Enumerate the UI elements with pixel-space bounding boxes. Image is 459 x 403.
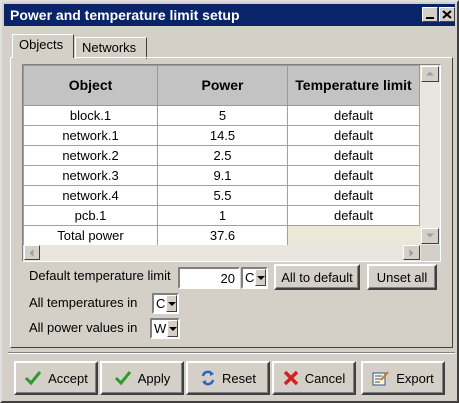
chevron-up-icon — [426, 71, 434, 76]
cell-object[interactable]: network.3 — [23, 165, 158, 186]
cell-object[interactable]: pcb.1 — [23, 205, 158, 226]
cell-object[interactable]: block.1 — [23, 105, 158, 126]
reset-button[interactable]: Reset — [186, 361, 270, 395]
cell-power[interactable]: 1 — [157, 205, 288, 226]
close-button[interactable] — [439, 7, 455, 22]
table-row: network.2 2.5 default — [23, 145, 420, 166]
cell-power[interactable]: 2.5 — [157, 145, 288, 166]
cell-temperature-limit[interactable]: default — [287, 165, 420, 186]
export-label: Export — [396, 370, 434, 386]
all-power-label: All power values in — [29, 320, 138, 335]
refresh-icon — [201, 370, 215, 386]
window-title: Power and temperature limit setup — [10, 7, 240, 23]
separator — [8, 352, 455, 354]
cell-object[interactable]: network.2 — [23, 145, 158, 166]
default-temp-label: Default temperature limit — [29, 268, 171, 283]
scroll-right-button[interactable] — [403, 245, 420, 260]
scroll-down-button[interactable] — [421, 228, 439, 244]
reset-label: Reset — [222, 370, 256, 386]
cell-temperature-limit[interactable]: default — [287, 125, 420, 146]
table-row: pcb.1 1 default — [23, 205, 420, 226]
cell-object: Total power — [23, 225, 158, 245]
all-temperatures-unit-select[interactable]: C — [152, 293, 179, 314]
tab-label: Objects — [19, 37, 64, 52]
accept-button[interactable]: Accept — [14, 361, 98, 395]
table-row: network.4 5.5 default — [23, 185, 420, 206]
all-to-default-button[interactable]: All to default — [274, 264, 360, 290]
export-button[interactable]: Export — [361, 361, 445, 395]
cancel-label: Cancel — [304, 370, 346, 386]
table-body: Object Power Temperature limit block.1 5… — [23, 65, 421, 245]
vertical-scrollbar[interactable] — [421, 65, 440, 245]
cell-power[interactable]: 5 — [157, 105, 288, 126]
cancel-x-icon — [283, 370, 299, 386]
cell-power[interactable]: 14.5 — [157, 125, 288, 146]
chevron-down-icon — [426, 233, 434, 238]
column-header-temperature-limit[interactable]: Temperature limit — [287, 65, 420, 106]
close-icon — [442, 10, 452, 19]
chevron-down-icon[interactable] — [167, 320, 178, 337]
cell-temperature-limit[interactable]: default — [287, 105, 420, 126]
table-row-total: Total power 37.6 — [23, 225, 420, 245]
all-temperatures-unit-value: C — [156, 296, 166, 311]
column-header-power[interactable]: Power — [157, 65, 288, 106]
title-bar: Power and temperature limit setup — [4, 4, 455, 26]
tab-label: Networks — [82, 40, 137, 55]
default-temp-unit-value: C — [245, 270, 255, 285]
accept-label: Accept — [48, 370, 88, 386]
scrollbar-corner — [421, 245, 440, 261]
chevron-left-icon — [29, 248, 34, 257]
scroll-left-button[interactable] — [24, 245, 40, 260]
cell-object[interactable]: network.1 — [23, 125, 158, 146]
cell-power[interactable]: 5.5 — [157, 185, 288, 206]
table-header-row: Object Power Temperature limit — [23, 65, 420, 106]
horizontal-scrollbar[interactable] — [23, 245, 421, 261]
cell-temperature-limit[interactable]: default — [287, 145, 420, 166]
chevron-down-icon[interactable] — [166, 295, 177, 312]
unset-all-button[interactable]: Unset all — [367, 264, 437, 290]
default-temp-unit-select[interactable]: C — [241, 267, 268, 289]
export-document-icon — [372, 371, 389, 386]
table-row: network.3 9.1 default — [23, 165, 420, 186]
chevron-right-icon — [409, 248, 413, 257]
apply-button[interactable]: Apply — [100, 361, 184, 395]
dialog-window: Power and temperature limit setup Networ… — [0, 0, 459, 403]
default-temp-input[interactable]: 20 — [178, 267, 240, 289]
minimize-button[interactable] — [422, 7, 438, 22]
tab-networks[interactable]: Networks — [75, 37, 147, 59]
column-header-object[interactable]: Object — [23, 65, 158, 106]
checkmark-icon — [25, 371, 42, 386]
cell-power: 37.6 — [157, 225, 288, 245]
scroll-up-button[interactable] — [421, 66, 439, 82]
tab-objects[interactable]: Objects — [12, 34, 74, 58]
objects-table: Object Power Temperature limit block.1 5… — [22, 64, 441, 262]
checkmark-icon — [114, 371, 131, 386]
table-row: block.1 5 default — [23, 105, 420, 126]
table-row: network.1 14.5 default — [23, 125, 420, 146]
all-temperatures-label: All temperatures in — [29, 295, 138, 310]
cell-temperature-limit — [287, 225, 420, 245]
apply-label: Apply — [137, 370, 171, 386]
cell-power[interactable]: 9.1 — [157, 165, 288, 186]
cell-temperature-limit[interactable]: default — [287, 205, 420, 226]
cell-temperature-limit[interactable]: default — [287, 185, 420, 206]
all-power-unit-value: W — [154, 321, 167, 336]
all-power-unit-select[interactable]: W — [150, 318, 180, 339]
cancel-button[interactable]: Cancel — [272, 361, 356, 395]
chevron-down-icon[interactable] — [255, 269, 266, 286]
cell-object[interactable]: network.4 — [23, 185, 158, 206]
